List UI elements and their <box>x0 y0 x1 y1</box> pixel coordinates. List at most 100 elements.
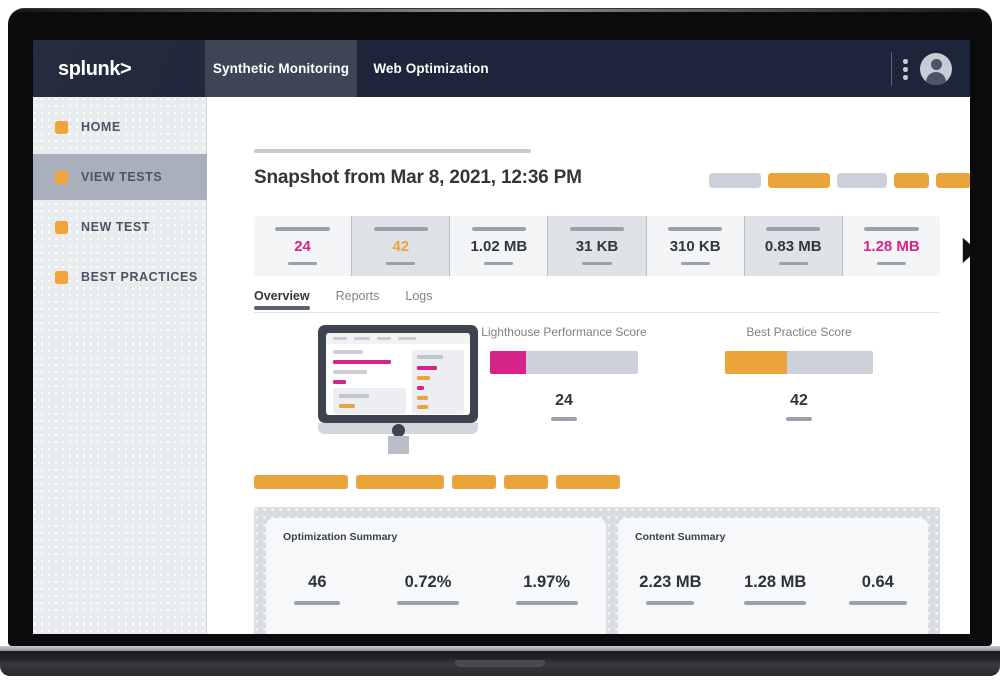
summary-item: 2.23 MB <box>639 573 702 605</box>
bezel-highlight <box>18 9 982 12</box>
summary-value: 46 <box>308 573 327 591</box>
user-avatar-icon[interactable] <box>920 53 952 85</box>
card-values: 2.23 MB 1.28 MB 0.64 <box>618 573 928 605</box>
splunk-logo: splunk> <box>58 58 132 80</box>
vertical-dots-icon[interactable] <box>903 59 909 80</box>
arrow-cursor-icon <box>961 235 970 266</box>
summary-value: 0.64 <box>861 573 894 591</box>
score-bar-fill <box>725 351 788 374</box>
title-placeholder-bar <box>254 149 531 153</box>
metric-value: 31 KB <box>575 237 619 255</box>
metric-top-placeholder <box>667 227 723 231</box>
nav-tab-label: Synthetic Monitoring <box>212 61 350 76</box>
metric-bottom-placeholder <box>288 261 318 265</box>
orange-pill-3 <box>504 475 548 489</box>
score-title: Best Practice Score <box>746 325 852 339</box>
metric-cell-1[interactable]: 42 <box>352 216 451 276</box>
metrics-strip: 24 42 1.02 MB 31 KB 310 KB 0.83 MB 1.28 MB <box>254 216 940 276</box>
summary-placeholder-bar <box>848 601 907 605</box>
metric-top-placeholder <box>373 227 428 231</box>
main-content: Snapshot from Mar 8, 2021, 12:36 PM 24 42… <box>208 97 970 634</box>
summary-item: 1.28 MB <box>744 573 806 605</box>
metric-value: 1.02 MB <box>470 237 528 255</box>
summary-panel: Optimization Summary 46 0.72% 1.97% Conten… <box>254 507 940 634</box>
laptop-base-lip <box>0 646 1000 651</box>
monitor-illustration <box>313 325 483 455</box>
tab-overview[interactable]: Overview <box>254 289 310 310</box>
metric-value: 42 <box>392 237 410 255</box>
score-placeholder-bar <box>786 417 812 421</box>
metric-cell-5[interactable]: 0.83 MB <box>744 216 843 276</box>
status-pill-0 <box>709 173 761 188</box>
summary-value: 1.97% <box>523 573 571 591</box>
status-pill-4 <box>936 173 970 188</box>
optimization-summary-card: Optimization Summary 46 0.72% 1.97% <box>266 518 606 634</box>
status-pill-row <box>709 173 970 188</box>
sidebar-item-label: VIEW TESTS <box>81 170 163 184</box>
status-pill-2 <box>837 173 887 188</box>
metric-bottom-placeholder <box>582 261 612 265</box>
card-values: 46 0.72% 1.97% <box>266 573 606 605</box>
status-pill-1 <box>768 173 830 188</box>
metric-cell-6[interactable]: 1.28 MB <box>842 216 940 276</box>
nav-tab-label: Web Optimization <box>373 61 489 76</box>
screen: splunk> Synthetic Monitoring Web Optimiz… <box>33 40 970 634</box>
summary-placeholder-bar <box>396 601 459 605</box>
bullet-icon <box>55 220 68 234</box>
summary-item: 1.97% <box>515 573 578 605</box>
tab-reports[interactable]: Reports <box>336 289 380 310</box>
bullet-icon <box>55 120 68 134</box>
tab-logs[interactable]: Logs <box>405 289 432 310</box>
top-navbar: splunk> Synthetic Monitoring Web Optimiz… <box>33 40 970 97</box>
sidebar-item-view-tests[interactable]: VIEW TESTS <box>33 154 207 200</box>
summary-placeholder-bar <box>744 601 807 605</box>
status-pill-3 <box>894 173 929 188</box>
metric-top-placeholder <box>275 227 330 231</box>
summary-value: 0.72% <box>404 573 452 591</box>
tab-label: Overview <box>254 289 310 303</box>
bullet-icon <box>55 270 68 284</box>
score-bar <box>725 351 873 374</box>
sidebar-item-best-practices[interactable]: BEST PRACTICES <box>33 254 207 300</box>
metric-bottom-placeholder <box>680 261 710 265</box>
sidebar-item-home[interactable]: HOME <box>33 104 207 150</box>
summary-value: 1.28 MB <box>743 573 807 591</box>
metric-top-placeholder <box>766 227 821 231</box>
orange-pill-0 <box>254 475 348 489</box>
metric-value: 0.83 MB <box>764 237 822 255</box>
sidebar-item-label: NEW TEST <box>81 220 150 234</box>
nav-tab-web-optimization[interactable]: Web Optimization <box>357 40 505 97</box>
metric-top-placeholder <box>471 227 527 231</box>
metric-bottom-placeholder <box>778 261 808 265</box>
score-bar-fill <box>490 351 526 374</box>
tabs-divider <box>254 312 940 313</box>
metric-cell-0[interactable]: 24 <box>254 216 353 276</box>
orange-pill-row <box>254 475 628 489</box>
sidebar-item-new-test[interactable]: NEW TEST <box>33 204 207 250</box>
metric-value: 24 <box>294 237 311 255</box>
metric-cell-2[interactable]: 1.02 MB <box>450 216 549 276</box>
content-summary-card: Content Summary 2.23 MB 1.28 MB 0.64 <box>618 518 928 634</box>
page-title: Snapshot from Mar 8, 2021, 12:36 PM <box>254 167 582 188</box>
metric-value: 1.28 MB <box>863 237 920 255</box>
nav-tab-synthetic-monitoring[interactable]: Synthetic Monitoring <box>205 40 357 97</box>
summary-value: 2.23 MB <box>639 573 702 591</box>
tab-label: Reports <box>335 289 380 303</box>
sidebar-item-label: BEST PRACTICES <box>81 270 198 284</box>
sidebar-item-label: HOME <box>81 120 121 134</box>
score-title: Lighthouse Performance Score <box>481 325 647 339</box>
metric-top-placeholder <box>569 227 625 231</box>
metric-cell-3[interactable]: 31 KB <box>548 216 647 276</box>
score-bar <box>490 351 638 374</box>
metric-cell-4[interactable]: 310 KB <box>646 216 745 276</box>
metric-bottom-placeholder <box>484 261 514 265</box>
bullet-icon <box>55 170 68 184</box>
content-tabs: Overview Reports Logs <box>254 289 458 310</box>
summary-placeholder-bar <box>515 601 578 605</box>
score-placeholder-bar <box>551 417 577 421</box>
summary-item: 46 <box>294 573 341 605</box>
laptop-notch <box>455 660 545 667</box>
summary-placeholder-bar <box>294 601 341 605</box>
summary-item: 0.64 <box>848 573 907 605</box>
summary-placeholder-bar <box>646 601 695 605</box>
